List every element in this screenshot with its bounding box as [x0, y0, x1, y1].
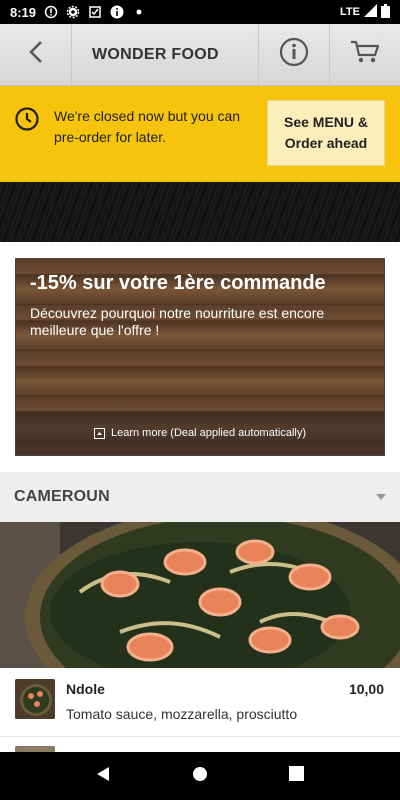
deal-title: -15% sur votre 1ère commande: [30, 272, 326, 294]
system-nav-bar: [0, 752, 400, 800]
category-header[interactable]: CAMEROUN: [0, 472, 400, 522]
status-bar: 8:19 LTE: [0, 0, 400, 24]
chevron-left-icon: [27, 40, 45, 69]
caret-down-icon: [376, 494, 386, 500]
network-type: LTE: [340, 6, 360, 18]
info-status-icon: [110, 5, 124, 19]
page-title: WONDER FOOD: [92, 45, 219, 63]
app-bar: WONDER FOOD: [0, 24, 400, 86]
alert-icon: [44, 5, 58, 19]
triangle-back-icon: [95, 766, 111, 787]
see-menu-order-ahead-button[interactable]: See MENU & Order ahead: [267, 100, 385, 166]
nav-recents-button[interactable]: [277, 756, 317, 796]
deal-card[interactable]: -15% sur votre 1ère commande Découvrez p…: [15, 258, 385, 456]
category-name: CAMEROUN: [14, 488, 110, 505]
status-time: 8:19: [10, 4, 37, 20]
closed-banner: We're closed now but you can pre-order f…: [0, 86, 400, 182]
menu-item-description: Tomato sauce, mozzarella, prosciutto: [66, 706, 298, 722]
square-recents-icon: [289, 766, 305, 786]
menu-item-thumbnail: [15, 679, 55, 719]
learn-more-label: Learn more (Deal applied automatically): [110, 427, 307, 439]
info-button[interactable]: [258, 24, 329, 85]
cart-icon: [350, 39, 380, 70]
info-icon: [279, 37, 309, 72]
clock-icon: [14, 106, 40, 132]
back-button[interactable]: [0, 24, 72, 85]
header-texture: [0, 182, 400, 242]
task-icon: [88, 5, 102, 19]
menu-item-ndole[interactable]: Ndole Tomato sauce, mozzarella, prosciut…: [0, 668, 400, 732]
dot-icon: [132, 5, 146, 19]
battery-icon: [381, 3, 390, 21]
learn-more-link[interactable]: Learn more (Deal applied automatically): [16, 411, 384, 455]
deal-subtitle: Découvrez pourquoi notre nourriture est …: [30, 305, 325, 338]
category-image: [0, 522, 400, 668]
expand-icon: [93, 427, 105, 439]
menu-item-next[interactable]: [0, 736, 400, 752]
settings-icon: [66, 5, 80, 19]
circle-home-icon: [192, 766, 208, 787]
menu-item-name: Ndole: [66, 681, 105, 697]
nav-home-button[interactable]: [180, 756, 220, 796]
closed-message: We're closed now but you can pre-order f…: [54, 108, 241, 145]
cart-button[interactable]: [329, 24, 400, 85]
signal-icon: [364, 4, 377, 20]
menu-item-price: 10,00: [348, 681, 384, 697]
nav-back-button[interactable]: [83, 756, 123, 796]
